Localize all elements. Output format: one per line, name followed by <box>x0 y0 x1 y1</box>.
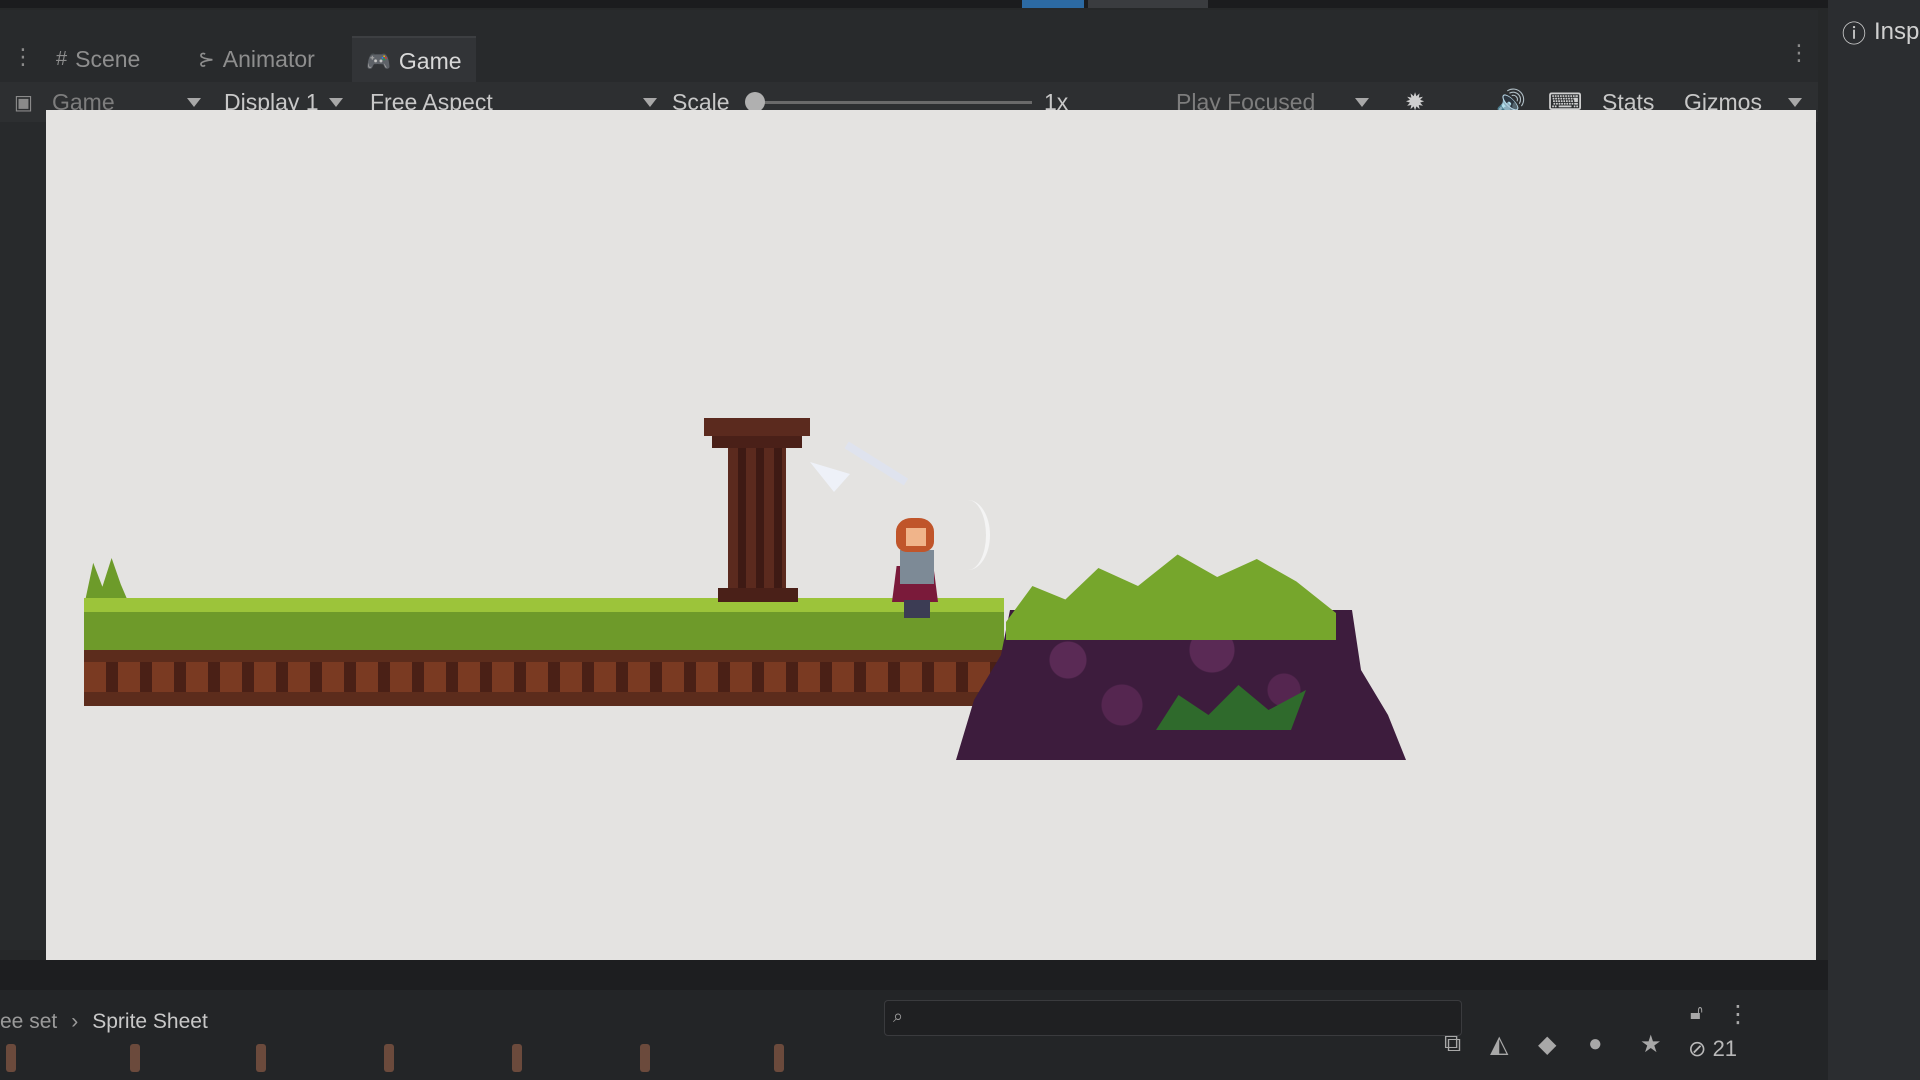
chevron-down-icon <box>1788 97 1802 107</box>
chevron-down-icon <box>186 97 201 107</box>
player-character <box>810 441 990 620</box>
game-viewport[interactable] <box>46 110 1816 996</box>
window-menu-dots-icon[interactable]: ⋮ <box>1788 40 1810 66</box>
warning-icon[interactable]: ● <box>1588 1030 1603 1058</box>
platform-bricks <box>84 662 1004 692</box>
play-button-highlight[interactable] <box>1022 0 1084 8</box>
tab-game-label: Game <box>398 47 462 74</box>
hero-armor <box>900 550 934 584</box>
eye-hidden-icon: ⊘ <box>1688 1036 1707 1061</box>
hidden-count-badge[interactable]: ⊘ 21 <box>1688 1036 1737 1062</box>
breadcrumb-separator-icon: › <box>71 1010 79 1033</box>
info-icon: ⓘ <box>1842 21 1866 48</box>
spear-shaft <box>844 441 909 486</box>
sprite-thumbnail[interactable] <box>384 1044 394 1072</box>
tab-inspector-label: Insp <box>1874 17 1920 45</box>
chevron-down-icon <box>642 97 657 107</box>
scene-picker-icon[interactable]: ⧉ <box>1444 1030 1461 1058</box>
breadcrumb-parent[interactable]: ee set <box>0 1010 57 1034</box>
game-view-icon: ▣ <box>14 92 33 114</box>
tab-animator-label: Animator <box>222 45 315 72</box>
lock-icon[interactable]: 🔓︎ <box>1690 1002 1703 1025</box>
sprite-thumbnail[interactable] <box>130 1044 140 1072</box>
favorite-star-icon[interactable]: ★ <box>1640 1030 1662 1059</box>
grid-icon: # <box>56 47 68 70</box>
pillar-base <box>718 588 798 602</box>
hero-legs <box>904 600 930 618</box>
gamepad-icon: 🎮 <box>366 50 391 73</box>
sprite-thumbnail[interactable] <box>640 1044 650 1072</box>
tab-animator[interactable]: ⊱ Animator <box>198 36 315 82</box>
panel-divider[interactable] <box>0 960 1920 990</box>
animator-icon: ⊱ <box>198 48 215 71</box>
sprite-thumbnail[interactable] <box>256 1044 266 1072</box>
sprite-thumbnail[interactable] <box>512 1044 522 1072</box>
breadcrumb: ee set › Sprite Sheet <box>0 1010 208 1034</box>
pillar-cap <box>704 418 810 436</box>
spear-tip <box>810 462 850 492</box>
hidden-count: 21 <box>1712 1036 1738 1061</box>
tab-scene-label: Scene <box>75 45 141 72</box>
search-icon: ⌕ <box>893 1006 904 1026</box>
top-strip <box>0 0 1920 8</box>
inspector-panel <box>1828 0 1920 1080</box>
pillar-capital <box>712 436 802 448</box>
breadcrumb-current[interactable]: Sprite Sheet <box>92 1010 208 1034</box>
sprite-thumbnail[interactable] <box>6 1044 16 1072</box>
tab-inspector[interactable]: ⓘ Insp <box>1842 14 1919 49</box>
slash-effect <box>946 500 990 570</box>
tab-row: ⋮ # Scene ⊱ Animator 🎮 Game ⋮ <box>0 36 1818 84</box>
grass-mound <box>956 550 1406 760</box>
panel-menu-dots-icon[interactable]: ⋮ <box>12 44 34 70</box>
mound-grass <box>1006 554 1336 640</box>
filter-by-type-icon[interactable]: ◭ <box>1490 1030 1508 1059</box>
label-tag-icon[interactable]: ◆ <box>1538 1030 1556 1059</box>
pause-step-buttons[interactable] <box>1088 0 1208 8</box>
scale-slider-handle[interactable] <box>745 92 765 112</box>
stone-pillar <box>728 448 786 600</box>
hero-face <box>906 528 926 546</box>
unity-editor: ⋮ # Scene ⊱ Animator 🎮 Game ⋮ ▣ Game Dis <box>0 0 1920 1080</box>
asset-search-input[interactable]: ⌕ <box>884 1000 1462 1036</box>
panel-menu-dots-icon[interactable]: ⋮ <box>1726 1000 1750 1029</box>
tab-scene[interactable]: # Scene <box>56 36 140 82</box>
scale-slider-track[interactable] <box>760 101 1032 104</box>
chevron-down-icon <box>1355 97 1370 107</box>
tab-game[interactable]: 🎮 Game <box>352 36 476 84</box>
chevron-down-icon <box>328 97 343 107</box>
sprite-thumbnail[interactable] <box>774 1044 784 1072</box>
